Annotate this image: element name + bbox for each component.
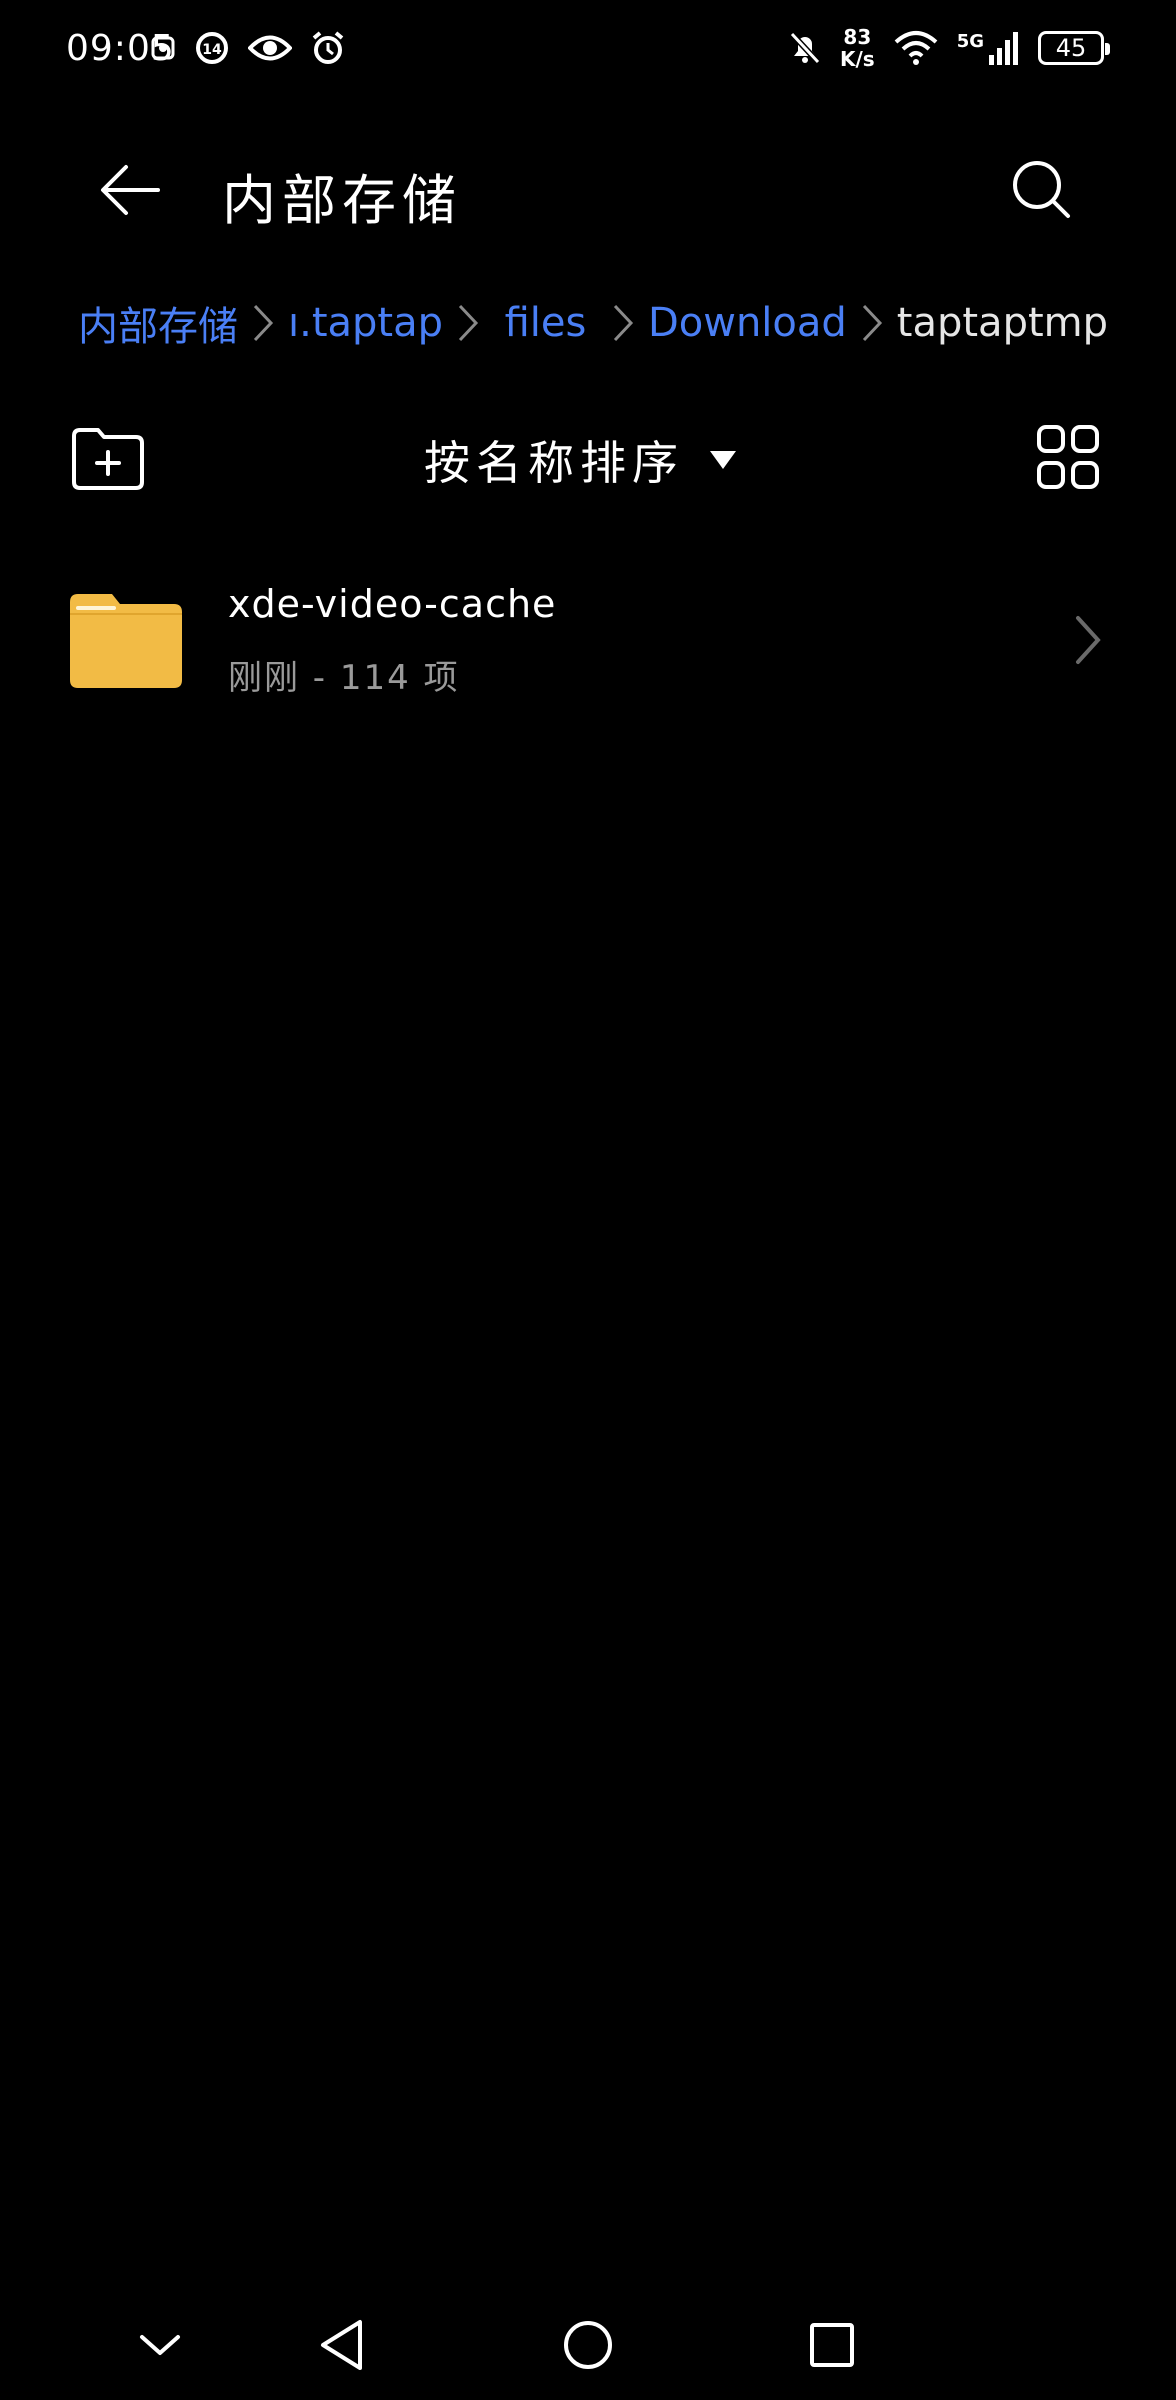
sort-dropdown[interactable]: 按名称排序 [424,428,738,492]
new-folder-button[interactable] [70,426,146,492]
screenshot-service-icon [151,36,175,60]
system-navigation-bar [0,2290,1176,2390]
new-folder-icon [72,428,144,490]
network-speed-value: 83 [843,25,872,49]
battery-level: 45 [1055,34,1087,62]
wifi-icon [894,31,938,65]
status-left-icons: 14 [150,30,346,66]
search-icon [1013,161,1070,218]
breadcrumb-item-taptaptmp: taptaptmp [896,300,1108,346]
grid-view-icon [1037,425,1099,489]
triangle-back-icon [321,2320,362,2370]
breadcrumb: 内部存储 ı.taptap files Download taptaptmp [78,288,1108,358]
chevron-right-icon [252,293,274,353]
back-button[interactable] [90,150,170,230]
file-name: xde-video-cache [228,582,557,626]
cellular-signal: 5G [957,31,1020,65]
list-item[interactable]: xde-video-cache 刚刚 - 114 项 [0,560,1176,720]
page-title: 内部存储 [222,169,462,232]
caret-down-icon [710,451,736,469]
toolbar: 按名称排序 [0,410,1176,510]
network-speed: 83 K/s [840,26,875,70]
mute-icon [789,31,821,65]
square-recents-icon [810,2323,854,2367]
chevron-right-icon [612,293,634,353]
nav-home-button[interactable] [553,2310,623,2380]
alarm-icon [312,31,344,64]
breadcrumb-item-internal-storage[interactable]: 内部存储 [78,294,238,352]
breadcrumb-item-taptap[interactable]: ı.taptap [288,300,443,346]
grid-view-toggle[interactable] [1036,424,1100,490]
nav-recents-button[interactable] [797,2310,867,2380]
network-type: 5G [956,31,984,52]
chevron-right-icon [1076,616,1101,664]
breadcrumb-item-files[interactable]: files [505,300,587,346]
eye-comfort-icon [248,35,292,61]
breadcrumb-item-download[interactable]: Download [648,300,847,346]
svg-text:14: 14 [202,42,222,58]
search-button[interactable] [1000,148,1084,232]
folder-icon [70,594,182,688]
chevron-down-icon [140,2335,180,2355]
chevron-right-icon [457,293,479,353]
battery-indicator: 45 [1038,31,1110,65]
sort-label: 按名称排序 [424,436,684,490]
network-speed-unit: K/s [839,47,875,71]
title-bar: 内部存储 [0,120,1176,250]
signal-bars-icon [989,32,1018,65]
arrow-left-icon [101,165,160,215]
circle-home-icon [564,2321,612,2369]
nav-collapse-button[interactable] [125,2310,195,2380]
nav-back-button[interactable] [307,2310,377,2380]
data-saver-icon: 14 [196,32,228,64]
file-meta: 刚刚 - 114 项 [228,658,460,698]
status-right-icons: 83 K/s 5G 45 [788,26,1110,70]
chevron-right-icon [861,293,883,353]
status-bar: 09:05 14 83 K/s 5G 45 [0,0,1176,100]
